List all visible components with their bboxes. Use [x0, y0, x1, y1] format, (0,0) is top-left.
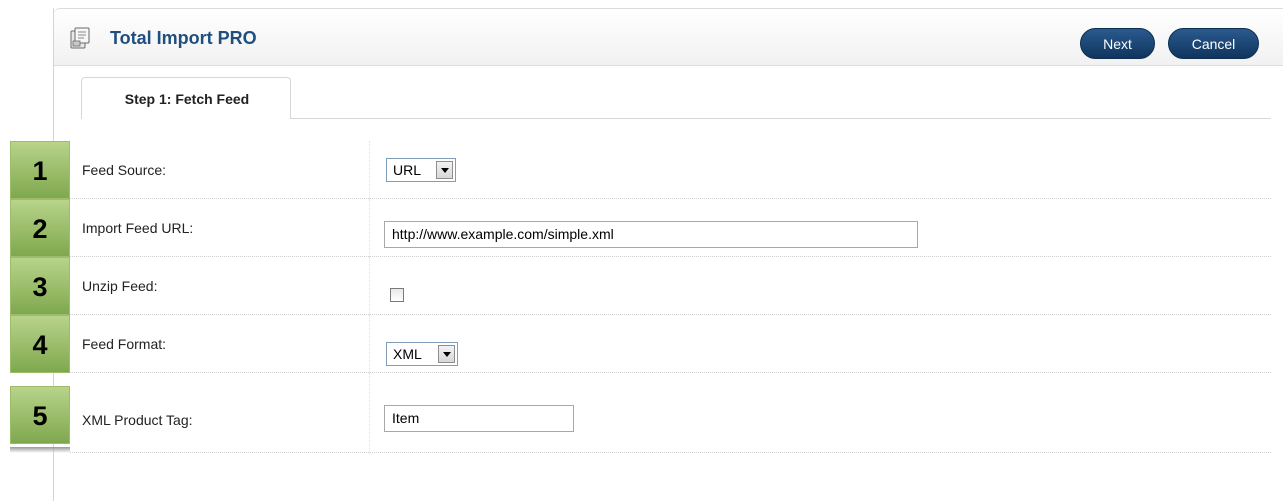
- header-bar: Total Import PRO Next Cancel: [54, 8, 1283, 66]
- chevron-down-icon: [438, 345, 455, 363]
- next-button[interactable]: Next: [1080, 28, 1155, 59]
- chevron-down-icon: [436, 161, 453, 179]
- feed-source-select[interactable]: URL: [386, 158, 456, 182]
- xml-product-tag-input[interactable]: Item: [384, 405, 574, 432]
- row-separator: [369, 373, 370, 453]
- form-row-unzip-feed: Unzip Feed:: [70, 257, 1271, 315]
- step-badge-5: 5: [10, 386, 70, 444]
- feed-format-label: Feed Format:: [82, 336, 167, 352]
- unzip-feed-checkbox[interactable]: [390, 288, 404, 302]
- form-row-feed-format: Feed Format: XML: [70, 315, 1271, 373]
- form-row-import-feed-url: Import Feed URL: http://www.example.com/…: [70, 199, 1271, 257]
- tab-label: Step 1: Fetch Feed: [124, 91, 250, 107]
- import-document-icon: [70, 27, 90, 49]
- import-feed-url-input[interactable]: http://www.example.com/simple.xml: [384, 221, 918, 248]
- page-title: Total Import PRO: [110, 28, 257, 48]
- feed-source-label: Feed Source:: [82, 162, 167, 178]
- badge-shadow: [10, 447, 70, 453]
- step-badge-1: 1: [10, 141, 70, 199]
- feed-format-value: XML: [393, 346, 422, 362]
- step-badge-3: 3: [10, 257, 70, 315]
- page: Total Import PRO Next Cancel Step 1: Fet…: [0, 0, 1283, 501]
- row-separator: [369, 315, 370, 373]
- unzip-feed-label: Unzip Feed:: [82, 278, 158, 294]
- tab-fetch-feed[interactable]: Step 1: Fetch Feed: [81, 77, 291, 119]
- import-feed-url-label: Import Feed URL:: [82, 220, 194, 236]
- form-row-xml-product-tag: XML Product Tag: Item: [70, 373, 1271, 453]
- row-separator: [369, 141, 370, 199]
- row-separator: [369, 257, 370, 315]
- cancel-button[interactable]: Cancel: [1168, 28, 1259, 59]
- step-badge-2: 2: [10, 199, 70, 257]
- row-separator: [369, 199, 370, 257]
- step-badge-4: 4: [10, 315, 70, 373]
- feed-source-value: URL: [393, 162, 422, 178]
- form-row-feed-source: Feed Source: URL: [70, 141, 1271, 199]
- xml-product-tag-label: XML Product Tag:: [82, 412, 193, 428]
- feed-format-select[interactable]: XML: [386, 342, 458, 366]
